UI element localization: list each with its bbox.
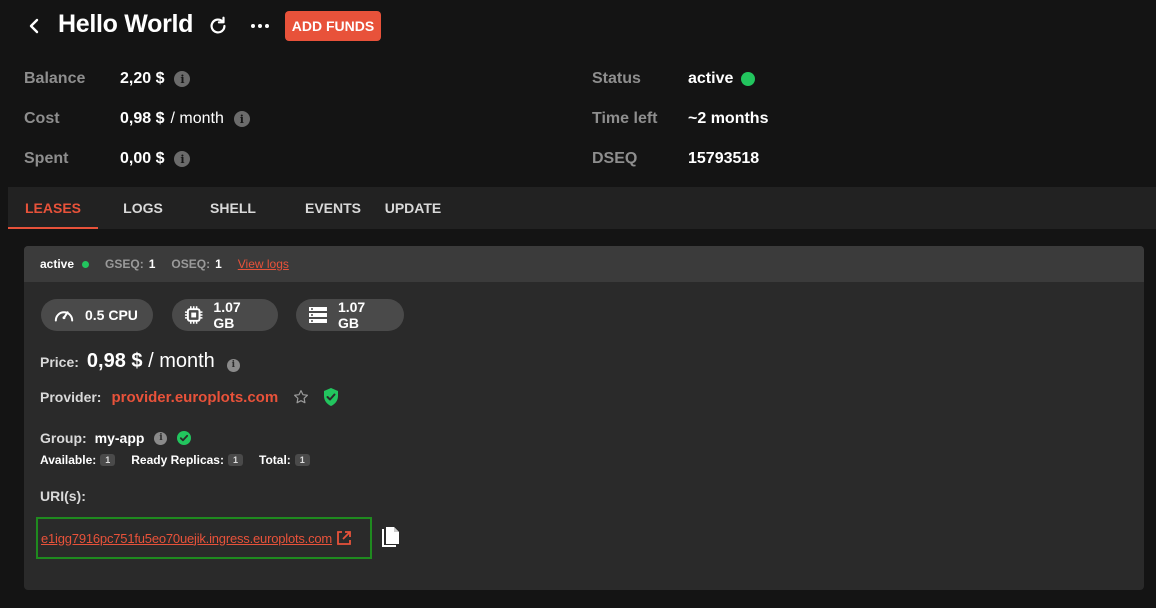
star-outline-icon xyxy=(294,390,309,404)
time-left-label: Time left xyxy=(592,110,658,127)
group-row: Group: my-app i xyxy=(40,430,192,446)
storage-chip: 1.07 GB xyxy=(296,299,404,331)
speedometer-icon xyxy=(54,311,74,322)
spent-amount: 0,00 $ xyxy=(120,150,165,167)
price-amount: 0,98 $ xyxy=(86,350,143,372)
dseq-label: DSEQ xyxy=(592,150,638,167)
info-icon[interactable]: i xyxy=(154,431,168,445)
group-ready-badge xyxy=(177,431,192,445)
memory-chip: 1.07 GB xyxy=(172,299,278,331)
price-row: Price: 0,98 $ / month i xyxy=(40,350,240,373)
status-text: active xyxy=(688,70,734,87)
tab-logs[interactable]: LOGS xyxy=(108,187,178,229)
add-funds-button[interactable]: ADD FUNDS xyxy=(285,11,381,41)
dseq-value: 15793518 xyxy=(688,150,760,167)
available-label: Available: xyxy=(40,453,97,467)
oseq-value: 1 xyxy=(215,257,222,271)
time-left-value: ~2 months xyxy=(688,110,769,127)
memory-value: 1.07 GB xyxy=(213,299,241,331)
cost-label: Cost xyxy=(24,110,60,127)
info-icon[interactable]: i xyxy=(226,358,240,372)
uri-label: URI(s): xyxy=(40,488,86,504)
tab-shell[interactable]: SHELL xyxy=(198,187,268,229)
more-options-button[interactable] xyxy=(249,15,271,37)
balance-value: 2,20 $ i xyxy=(120,70,191,88)
refresh-icon xyxy=(210,16,226,34)
uri-link[interactable]: e1igg7916pc751fu5eo70uejik.ingress.europ… xyxy=(41,531,332,546)
cost-amount: 0,98 $ xyxy=(120,110,165,127)
storage-value: 1.07 GB xyxy=(337,299,366,331)
lease-card-header: active GSEQ: 1 OSEQ: 1 View logs xyxy=(24,246,1144,282)
provider-row: Provider: provider.europlots.com xyxy=(40,387,340,407)
provider-label: Provider: xyxy=(40,389,102,405)
tab-events[interactable]: EVENTS xyxy=(288,187,378,229)
price-value: 0,98 $ / month xyxy=(87,350,215,373)
status-active-dot xyxy=(741,72,756,86)
price-label: Price: xyxy=(40,354,79,370)
view-logs-link[interactable]: View logs xyxy=(238,257,289,271)
total-count: 1 xyxy=(294,454,310,466)
storage-icon xyxy=(308,307,327,323)
cpu-value: 0.5 CPU xyxy=(85,307,138,323)
tab-update[interactable]: UPDATE xyxy=(378,187,448,229)
external-link-icon xyxy=(337,531,351,545)
info-icon[interactable]: i xyxy=(174,71,191,87)
gseq-value: 1 xyxy=(148,257,156,271)
page-title: Hello World xyxy=(58,10,194,38)
copy-uri-button[interactable] xyxy=(381,526,401,548)
open-external-button[interactable] xyxy=(335,529,353,547)
cpu-chip: 0.5 CPU xyxy=(41,299,153,331)
verified-badge xyxy=(322,387,340,407)
copy-icon xyxy=(382,527,399,547)
oseq-label: OSEQ: xyxy=(171,257,211,271)
uri-highlight: e1igg7916pc751fu5eo70uejik.ingress.europ… xyxy=(36,517,372,559)
lease-status-dot xyxy=(82,260,90,268)
ready-replicas-label: Ready Replicas: xyxy=(131,453,224,467)
available-count: 1 xyxy=(100,454,116,466)
lease-card: active GSEQ: 1 OSEQ: 1 View logs 0.5 CPU… xyxy=(24,246,1144,590)
ready-replicas-count: 1 xyxy=(227,454,243,466)
spent-value: 0,00 $ i xyxy=(120,150,191,168)
status-label: Status xyxy=(592,70,641,87)
refresh-button[interactable] xyxy=(207,15,229,37)
shield-check-icon xyxy=(324,388,339,406)
status-value: active xyxy=(688,70,756,88)
check-circle-icon xyxy=(177,431,192,445)
price-unit: / month xyxy=(148,350,215,372)
spent-label: Spent xyxy=(24,150,69,167)
provider-link[interactable]: provider.europlots.com xyxy=(111,389,278,406)
page-header: Hello World ADD FUNDS xyxy=(0,0,1156,52)
back-button[interactable] xyxy=(24,14,44,38)
info-icon[interactable]: i xyxy=(233,111,250,127)
deployment-tabs: LEASES LOGS SHELL EVENTS UPDATE xyxy=(8,187,1156,229)
balance-label: Balance xyxy=(24,70,86,87)
lease-status: active xyxy=(40,257,75,271)
cost-unit: / month xyxy=(170,110,224,127)
balance-amount: 2,20 $ xyxy=(120,70,165,87)
favorite-button[interactable] xyxy=(292,388,310,406)
replicas-row: Available: 1 Ready Replicas: 1 Total: 1 xyxy=(40,453,326,467)
group-name: my-app xyxy=(94,430,145,446)
info-icon[interactable]: i xyxy=(174,151,191,167)
chevron-left-icon xyxy=(29,18,39,34)
group-label: Group: xyxy=(40,430,87,446)
chip-icon xyxy=(184,306,203,324)
cost-value: 0,98 $ / month i xyxy=(120,110,250,128)
tab-leases[interactable]: LEASES xyxy=(8,187,98,229)
gseq-label: GSEQ: xyxy=(105,257,144,271)
total-label: Total: xyxy=(259,453,291,467)
more-horizontal-icon xyxy=(251,24,269,28)
